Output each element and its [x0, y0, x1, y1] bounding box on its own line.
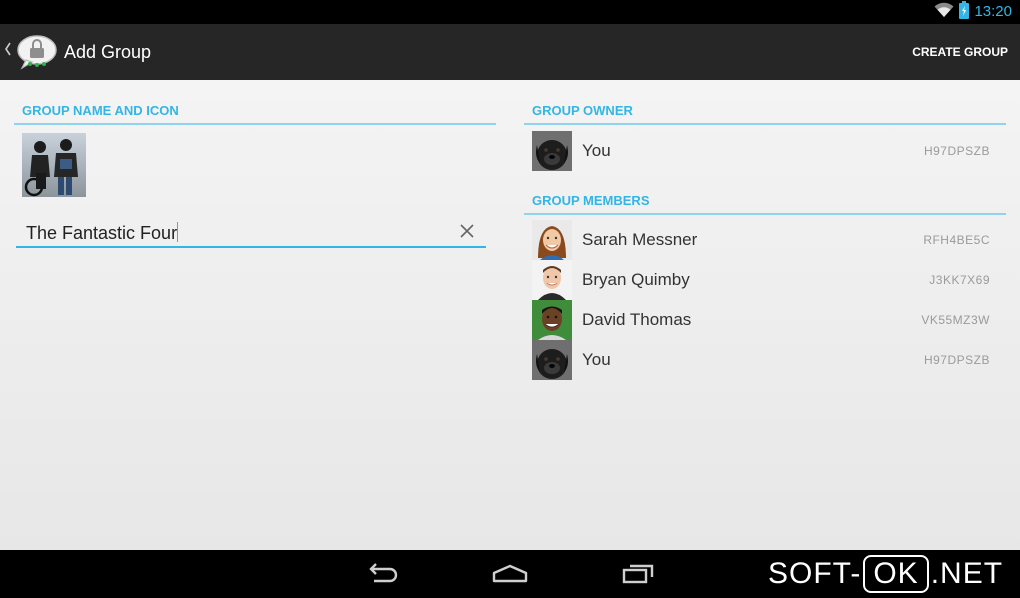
watermark-box-text: OK — [863, 555, 929, 593]
text-cursor — [177, 222, 179, 242]
action-bar: Add Group CREATE GROUP — [0, 24, 1020, 80]
group-members-header: GROUP MEMBERS — [532, 193, 650, 208]
battery-icon — [958, 0, 970, 24]
man-avatar — [532, 300, 572, 340]
member-name: Sarah Messner — [582, 230, 698, 249]
content-area: GROUP NAME AND ICON The Fantastic Four G… — [0, 80, 1020, 550]
wifi-icon — [934, 2, 954, 23]
member-name: David Thomas — [582, 310, 692, 329]
member-row[interactable]: Bryan Quimby J3KK7X69 — [530, 260, 1006, 300]
watermark-text: .NET — [930, 557, 1004, 590]
back-icon[interactable] — [362, 560, 402, 588]
group-name-and-icon-header: GROUP NAME AND ICON — [22, 103, 179, 118]
member-id: VK55MZ3W — [921, 313, 990, 327]
dog-avatar — [532, 340, 572, 380]
watermark: SOFT- OK .NET — [768, 552, 1003, 596]
owner-row[interactable]: You H97DPSZB — [530, 131, 1006, 171]
watermark-text: SOFT- — [768, 557, 862, 590]
chevron-left-icon[interactable] — [4, 42, 12, 61]
owner-id: H97DPSZB — [923, 144, 990, 158]
group-name-field[interactable]: The Fantastic Four — [16, 218, 486, 248]
member-id: H97DPSZB — [923, 353, 990, 367]
member-name: You — [582, 350, 611, 369]
group-icon-image[interactable] — [22, 133, 86, 197]
member-name: Bryan Quimby — [582, 270, 690, 289]
owner-name: You — [582, 141, 611, 160]
woman-avatar — [532, 220, 572, 260]
member-id: J3KK7X69 — [929, 273, 990, 287]
group-name-input[interactable]: The Fantastic Four — [26, 222, 179, 244]
status-clock: 13:20 — [974, 3, 1012, 20]
status-icons: 13:20 — [934, 0, 1012, 24]
status-bar: 13:20 — [0, 0, 1020, 24]
man-avatar — [532, 260, 572, 300]
member-row[interactable]: Sarah Messner RFH4BE5C — [530, 220, 1006, 260]
group-name-value: The Fantastic Four — [26, 223, 178, 243]
home-icon[interactable] — [490, 560, 530, 588]
member-row[interactable]: You H97DPSZB — [530, 340, 1006, 380]
dog-avatar — [532, 131, 572, 171]
recent-apps-icon[interactable] — [618, 560, 658, 588]
member-id: RFH4BE5C — [923, 233, 990, 247]
section-divider — [524, 213, 1006, 215]
group-owner-header: GROUP OWNER — [532, 103, 633, 118]
close-icon[interactable] — [460, 224, 474, 243]
member-row[interactable]: David Thomas VK55MZ3W — [530, 300, 1006, 340]
create-group-button[interactable]: CREATE GROUP — [908, 41, 1012, 63]
section-divider — [14, 123, 496, 125]
screen-title: Add Group — [64, 42, 152, 62]
section-divider — [524, 123, 1006, 125]
input-underline — [16, 246, 486, 248]
chat-bubble-lock-icon[interactable] — [16, 34, 58, 75]
